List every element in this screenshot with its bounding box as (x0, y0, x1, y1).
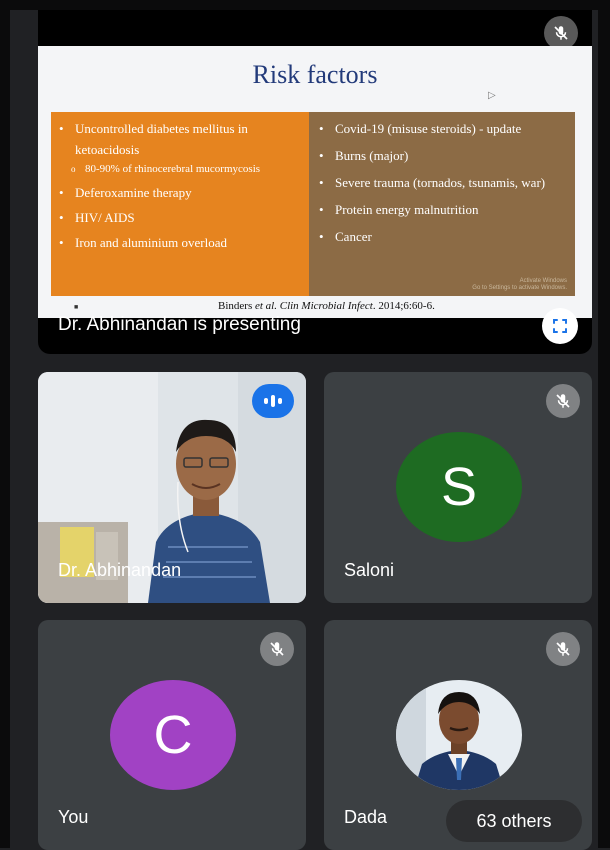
slide-left-item: Iron and aluminium overload (59, 232, 301, 253)
participant-name: You (58, 807, 89, 827)
participant-name: Dada (344, 807, 388, 827)
left-edge (0, 0, 10, 848)
mic-off-icon (546, 632, 580, 666)
participant-name: Dr. Abhinandan (58, 560, 182, 580)
mic-off-icon (260, 632, 294, 666)
audio-level-icon (264, 395, 282, 407)
slide-left-box: Uncontrolled diabetes mellitus in ketoac… (51, 112, 309, 296)
right-edge (598, 0, 610, 848)
slide-right-item: Protein energy malnutrition (319, 199, 567, 220)
slide-right-item: Covid-19 (misuse steroids) - update (319, 118, 567, 139)
slide-right-item: Burns (major) (319, 145, 567, 166)
others-count-button[interactable]: 63 others (446, 800, 582, 842)
avatar: C (110, 680, 236, 790)
presenter-label: Dr. Abhinandan is presenting (58, 314, 301, 335)
top-edge (0, 0, 610, 10)
slide-left-item: HIV/ AIDS (59, 207, 301, 228)
speaking-indicator (252, 384, 294, 418)
shared-slide: Risk factors ▷ Uncontrolled diabetes mel… (38, 46, 592, 318)
participant-name: Saloni (344, 560, 395, 580)
mic-off-icon (546, 384, 580, 418)
slide-left-item: Deferoxamine therapy (59, 182, 301, 203)
avatar: S (396, 432, 522, 542)
slide-citation: Binders et al. Clin Microbial Infect. 20… (218, 300, 435, 312)
watermark-line: Activate Windows (519, 278, 567, 284)
slide-right-item: Cancer (319, 226, 567, 247)
participant-tile-you[interactable]: C You (38, 620, 306, 850)
pointer-cursor-icon: ▷ (488, 90, 496, 101)
slide-right-item: Severe trauma (tornados, tsunamis, war) (319, 172, 567, 193)
participant-tile-saloni[interactable]: S Saloni (324, 372, 592, 603)
slide-number-mark: ■ (74, 304, 79, 311)
windows-watermark: Activate Windows Go to Settings to activ… (472, 278, 567, 292)
citation-italic: et al. Clin Microbial Infect (254, 300, 373, 312)
presentation-mic-off-icon (544, 16, 578, 50)
fullscreen-icon (553, 319, 567, 333)
fullscreen-button[interactable] (542, 308, 578, 344)
participant-tile-dr-abhinandan[interactable]: Dr. Abhinandan (38, 372, 306, 603)
slide-left-subitem: 80-90% of rhinocerebral mucormycosis (59, 160, 301, 178)
citation-prefix: Binders (218, 300, 255, 312)
presentation-tile[interactable]: Risk factors ▷ Uncontrolled diabetes mel… (38, 10, 592, 354)
slide-left-item: Uncontrolled diabetes mellitus in ketoac… (59, 118, 301, 160)
slide-title: Risk factors (252, 60, 378, 89)
citation-suffix: . 2014;6:60-6. (372, 300, 435, 312)
avatar-photo (396, 680, 522, 790)
watermark-line: Go to Settings to activate Windows. (472, 285, 567, 291)
slide-right-box: Covid-19 (misuse steroids) - update Burn… (309, 112, 575, 296)
